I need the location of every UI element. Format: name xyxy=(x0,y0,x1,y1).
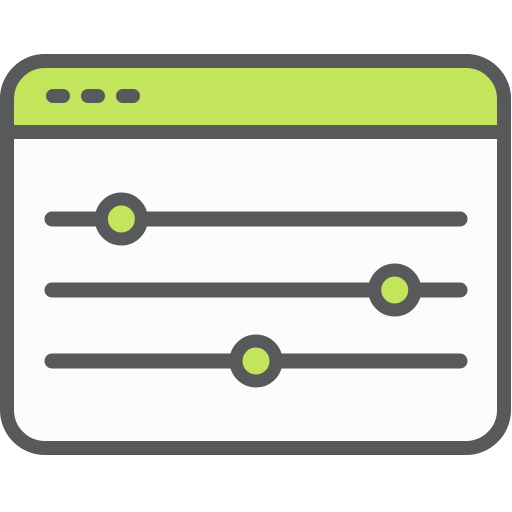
window-controls xyxy=(46,89,140,103)
slider-2-handle[interactable] xyxy=(368,263,422,317)
window-dot xyxy=(116,89,140,103)
slider-1-handle[interactable] xyxy=(94,192,148,246)
settings-window-sliders-icon xyxy=(0,54,511,455)
window-dot xyxy=(46,89,70,103)
slider-group xyxy=(44,192,468,388)
window-dot xyxy=(81,89,105,103)
slider-3-handle[interactable] xyxy=(229,334,283,388)
